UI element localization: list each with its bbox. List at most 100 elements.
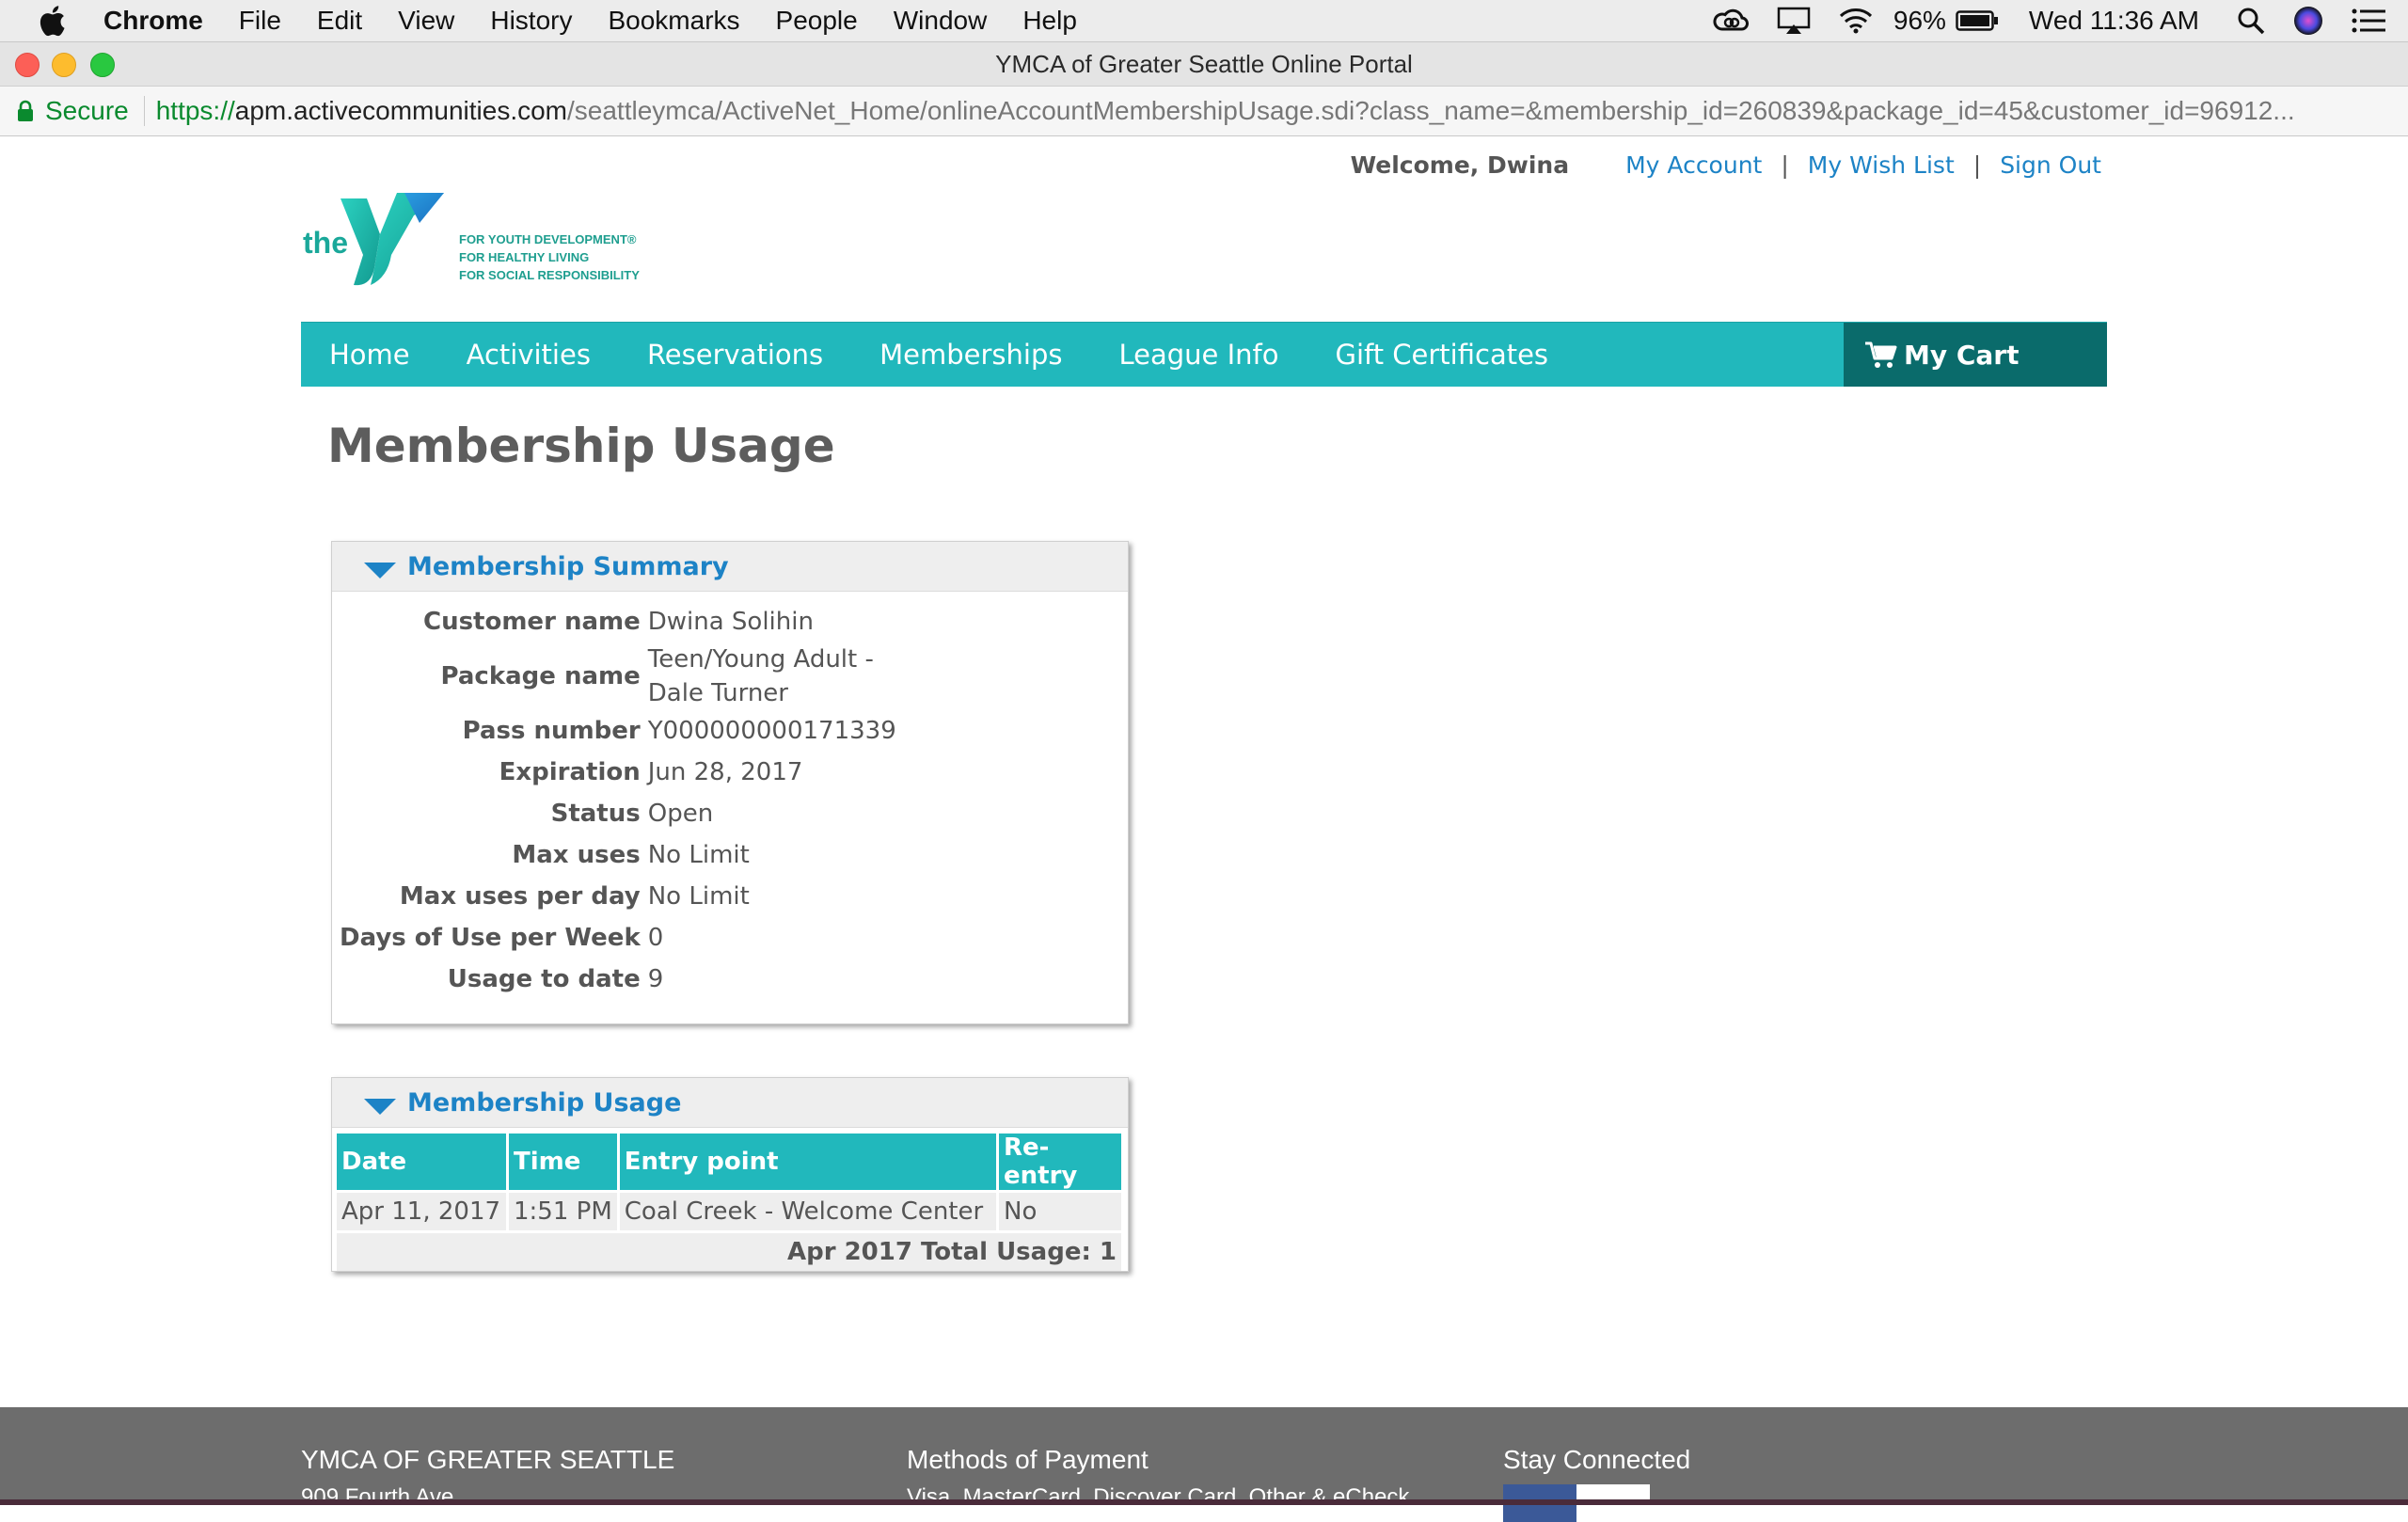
my-wish-list-link[interactable]: My Wish List	[1808, 151, 1955, 179]
summary-label: Package name	[440, 662, 641, 690]
logo-tagline: FOR YOUTH DEVELOPMENT® FOR HEALTHY LIVIN…	[459, 230, 640, 284]
tagline-line: FOR HEALTHY LIVING	[459, 250, 590, 264]
footer-address: 909 Fourth Ave	[301, 1484, 454, 1510]
svg-text:the: the	[303, 226, 348, 260]
battery-percent: 96%	[1893, 6, 1946, 35]
summary-value: Teen/Young Adult - Dale Turner	[648, 642, 911, 710]
menu-clock[interactable]: Wed 11:36 AM	[2029, 6, 2199, 36]
membership-usage-panel: Membership Usage Date Time Entry point R…	[331, 1077, 1129, 1272]
macos-menu-bar: Chrome File Edit View History Bookmarks …	[0, 0, 2408, 42]
battery-icon[interactable]	[1956, 9, 1999, 32]
summary-row: Pass number Y000000000171339	[340, 710, 911, 752]
usage-header-row: Date Time Entry point Re-entry	[337, 1134, 1121, 1190]
wifi-icon[interactable]	[1839, 8, 1873, 34]
column-header-entry-point: Entry point	[619, 1134, 996, 1190]
summary-table: Customer name Dwina Solihin Package name…	[340, 601, 911, 1000]
lock-icon[interactable]	[17, 100, 34, 122]
nav-memberships[interactable]: Memberships	[879, 339, 1062, 371]
membership-usage-header[interactable]: Membership Usage	[332, 1078, 1128, 1128]
link-divider: |	[1781, 151, 1789, 179]
my-cart-label: My Cart	[1904, 339, 2020, 371]
package-name-value: Teen/Young Adult - Dale Turner	[647, 645, 874, 707]
summary-label: Customer name	[422, 608, 641, 636]
address-bar[interactable]: Secure https://apm.activecommunities.com…	[0, 87, 2408, 136]
footer-stay-connected-title: Stay Connected	[1503, 1445, 1691, 1474]
nav-activities[interactable]: Activities	[467, 339, 591, 371]
membership-summary-header[interactable]: Membership Summary	[332, 542, 1128, 592]
membership-summary-title[interactable]: Membership Summary	[407, 552, 729, 581]
column-header-date: Date	[337, 1134, 506, 1190]
creative-cloud-icon[interactable]	[1713, 7, 1749, 35]
summary-value: 0	[647, 924, 664, 952]
footer-payment-methods: Visa, MasterCard, Discover Card, Other &…	[907, 1484, 1410, 1510]
menu-bookmarks[interactable]: Bookmarks	[608, 6, 739, 36]
summary-label: Usage to date	[447, 965, 641, 993]
siri-icon[interactable]	[2293, 6, 2323, 36]
site-footer: YMCA OF GREATER SEATTLE 909 Fourth Ave M…	[0, 1407, 2408, 1522]
url-scheme: https://	[155, 96, 235, 125]
column-header-reentry: Re-entry	[999, 1134, 1121, 1190]
desktop-strip	[0, 1499, 2408, 1505]
url-path: /seattleymca/ActiveNet_Home/onlineAccoun…	[567, 96, 2295, 125]
summary-value: No Limit	[647, 841, 750, 869]
nav-gift-certificates[interactable]: Gift Certificates	[1335, 339, 1548, 371]
menu-people[interactable]: People	[776, 6, 858, 36]
menu-history[interactable]: History	[490, 6, 572, 36]
ymca-y-mark: the YMCA	[303, 193, 444, 293]
apple-icon[interactable]	[38, 5, 66, 37]
usage-date-cell: Apr 11, 2017	[337, 1193, 506, 1230]
menu-file[interactable]: File	[239, 6, 281, 36]
secure-label[interactable]: Secure	[45, 96, 129, 126]
summary-row: Status Open	[340, 793, 911, 834]
sign-out-link[interactable]: Sign Out	[2000, 151, 2101, 179]
summary-value: No Limit	[647, 882, 750, 911]
usage-time-cell: 1:51 PM	[509, 1193, 617, 1230]
summary-value: Jun 28, 2017	[647, 758, 803, 786]
summary-value: Open	[647, 800, 714, 828]
summary-value: 9	[647, 965, 664, 993]
summary-label: Days of Use per Week	[340, 924, 641, 952]
column-header-time: Time	[509, 1134, 617, 1190]
summary-label: Max uses per day	[399, 882, 641, 911]
address-separator	[143, 96, 145, 126]
menu-view[interactable]: View	[398, 6, 454, 36]
membership-summary-panel: Membership Summary Customer name Dwina S…	[331, 541, 1129, 1024]
main-navigation: Home Activities Reservations Memberships…	[301, 322, 2107, 387]
usage-total-row: Apr 2017 Total Usage: 1	[337, 1233, 1121, 1271]
nav-home[interactable]: Home	[329, 339, 410, 371]
footer-payment-title: Methods of Payment	[907, 1445, 1149, 1474]
nav-reservations[interactable]: Reservations	[647, 339, 823, 371]
spotlight-icon[interactable]	[2237, 7, 2265, 35]
svg-text:YMCA: YMCA	[391, 267, 408, 287]
menu-edit[interactable]: Edit	[317, 6, 362, 36]
ymca-logo[interactable]: the YMCA FOR YOUTH DEVELOPMENT® FOR HEAL…	[301, 165, 640, 293]
menu-help[interactable]: Help	[1022, 6, 1077, 36]
my-cart-button[interactable]: My Cart	[1844, 323, 2107, 387]
url-host: apm.activecommunities.com	[234, 96, 567, 125]
summary-label: Expiration	[499, 758, 641, 786]
chevron-down-icon[interactable]	[364, 563, 396, 579]
usage-table: Date Time Entry point Re-entry Apr 11, 2…	[334, 1131, 1124, 1274]
account-links: Welcome, Dwina My Account | My Wish List…	[1351, 151, 2101, 179]
usage-total: Apr 2017 Total Usage: 1	[337, 1233, 1121, 1271]
summary-row: Max uses per day No Limit	[340, 876, 911, 917]
my-account-link[interactable]: My Account	[1625, 151, 1762, 179]
tagline-line: FOR SOCIAL RESPONSIBILITY	[459, 268, 640, 282]
summary-row: Max uses No Limit	[340, 834, 911, 876]
summary-value: Dwina Solihin	[647, 608, 814, 636]
link-divider: |	[1972, 151, 1982, 179]
summary-row: Usage to date 9	[340, 959, 911, 1000]
summary-label: Status	[550, 800, 641, 828]
notification-center-icon[interactable]	[2352, 8, 2385, 34]
welcome-text: Welcome, Dwina	[1350, 151, 1570, 179]
summary-row: Days of Use per Week 0	[340, 917, 911, 959]
airplay-icon[interactable]	[1777, 7, 1811, 35]
summary-value: Y000000000171339	[647, 717, 896, 745]
menu-app-name[interactable]: Chrome	[103, 6, 203, 36]
footer-ymca-title: YMCA OF GREATER SEATTLE	[301, 1445, 675, 1474]
nav-league-info[interactable]: League Info	[1118, 339, 1278, 371]
menu-window[interactable]: Window	[894, 6, 988, 36]
membership-usage-title[interactable]: Membership Usage	[407, 1088, 681, 1118]
cart-icon	[1864, 340, 1898, 370]
chevron-down-icon[interactable]	[364, 1099, 396, 1116]
